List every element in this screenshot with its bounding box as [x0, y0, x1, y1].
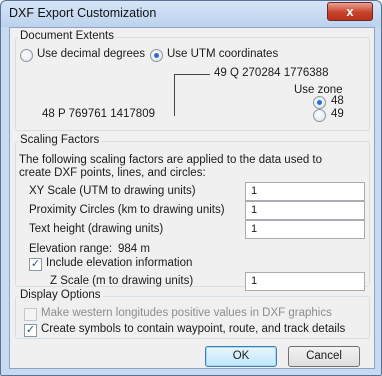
western-longitudes-label[interactable]: Make western longitudes positive values …: [41, 307, 332, 319]
proximity-circles-input[interactable]: 1: [245, 201, 365, 220]
extent-left-line: [174, 74, 175, 116]
radio-decimal-degrees-label[interactable]: Use decimal degrees: [37, 48, 145, 60]
proximity-circles-label: Proximity Circles (km to drawing units): [29, 204, 225, 216]
xy-scale-input[interactable]: 1: [245, 182, 365, 201]
include-elevation-checkbox[interactable]: ✓: [29, 258, 42, 271]
extent-bottom-left-coordinate: 48 P 769761 1417809: [42, 108, 155, 120]
checkmark-icon: ✓: [25, 324, 36, 336]
checkmark-icon: ✓: [30, 258, 41, 270]
elevation-range-label: Elevation range:: [29, 243, 113, 255]
dialog-title: DXF Export Customization: [9, 6, 157, 20]
display-options-group: Display Options Make western longitudes …: [15, 289, 370, 339]
create-symbols-checkbox[interactable]: ✓: [24, 324, 37, 337]
close-button[interactable]: x: [327, 2, 373, 21]
title-bar[interactable]: DXF Export Customization x: [1, 1, 381, 27]
scaling-description-line1: The following scaling factors are applie…: [19, 154, 323, 166]
radio-decimal-degrees[interactable]: [20, 49, 33, 62]
xy-scale-label: XY Scale (UTM to drawing units): [29, 185, 196, 197]
cancel-button[interactable]: Cancel: [288, 346, 360, 367]
include-elevation-label[interactable]: Include elevation information: [46, 257, 192, 269]
radio-zone-48-label[interactable]: 48: [331, 95, 344, 107]
extent-top-line: [174, 74, 210, 75]
ok-button[interactable]: OK: [205, 346, 277, 367]
extent-top-right-coordinate: 49 Q 270284 1776388: [214, 67, 329, 79]
western-longitudes-checkbox[interactable]: [24, 308, 37, 321]
dialog-body: Document Extents Use decimal degrees Use…: [9, 27, 375, 369]
document-extents-title: Document Extents: [18, 30, 116, 42]
scaling-description-line2: create DXF points, lines, and circles:: [19, 167, 206, 179]
text-height-input[interactable]: 1: [245, 220, 365, 239]
document-extents-group: Document Extents Use decimal degrees Use…: [15, 30, 370, 131]
z-scale-input[interactable]: 1: [245, 272, 365, 291]
display-options-title: Display Options: [18, 289, 103, 301]
z-scale-label: Z Scale (m to drawing units): [50, 275, 194, 287]
scaling-factors-group: Scaling Factors The following scaling fa…: [15, 134, 370, 291]
create-symbols-label[interactable]: Create symbols to contain waypoint, rout…: [41, 323, 345, 335]
elevation-range-value: 984 m: [118, 243, 150, 255]
radio-zone-49[interactable]: [313, 109, 326, 122]
close-icon: x: [346, 4, 354, 19]
radio-zone-49-label[interactable]: 49: [331, 108, 344, 120]
radio-utm-coordinates[interactable]: [150, 49, 163, 62]
radio-zone-48[interactable]: [313, 96, 326, 109]
dialog-window: DXF Export Customization x Document Exte…: [0, 0, 382, 376]
radio-utm-coordinates-label[interactable]: Use UTM coordinates: [167, 48, 278, 60]
scaling-factors-title: Scaling Factors: [18, 134, 102, 146]
text-height-label: Text height (drawing units): [29, 223, 164, 235]
